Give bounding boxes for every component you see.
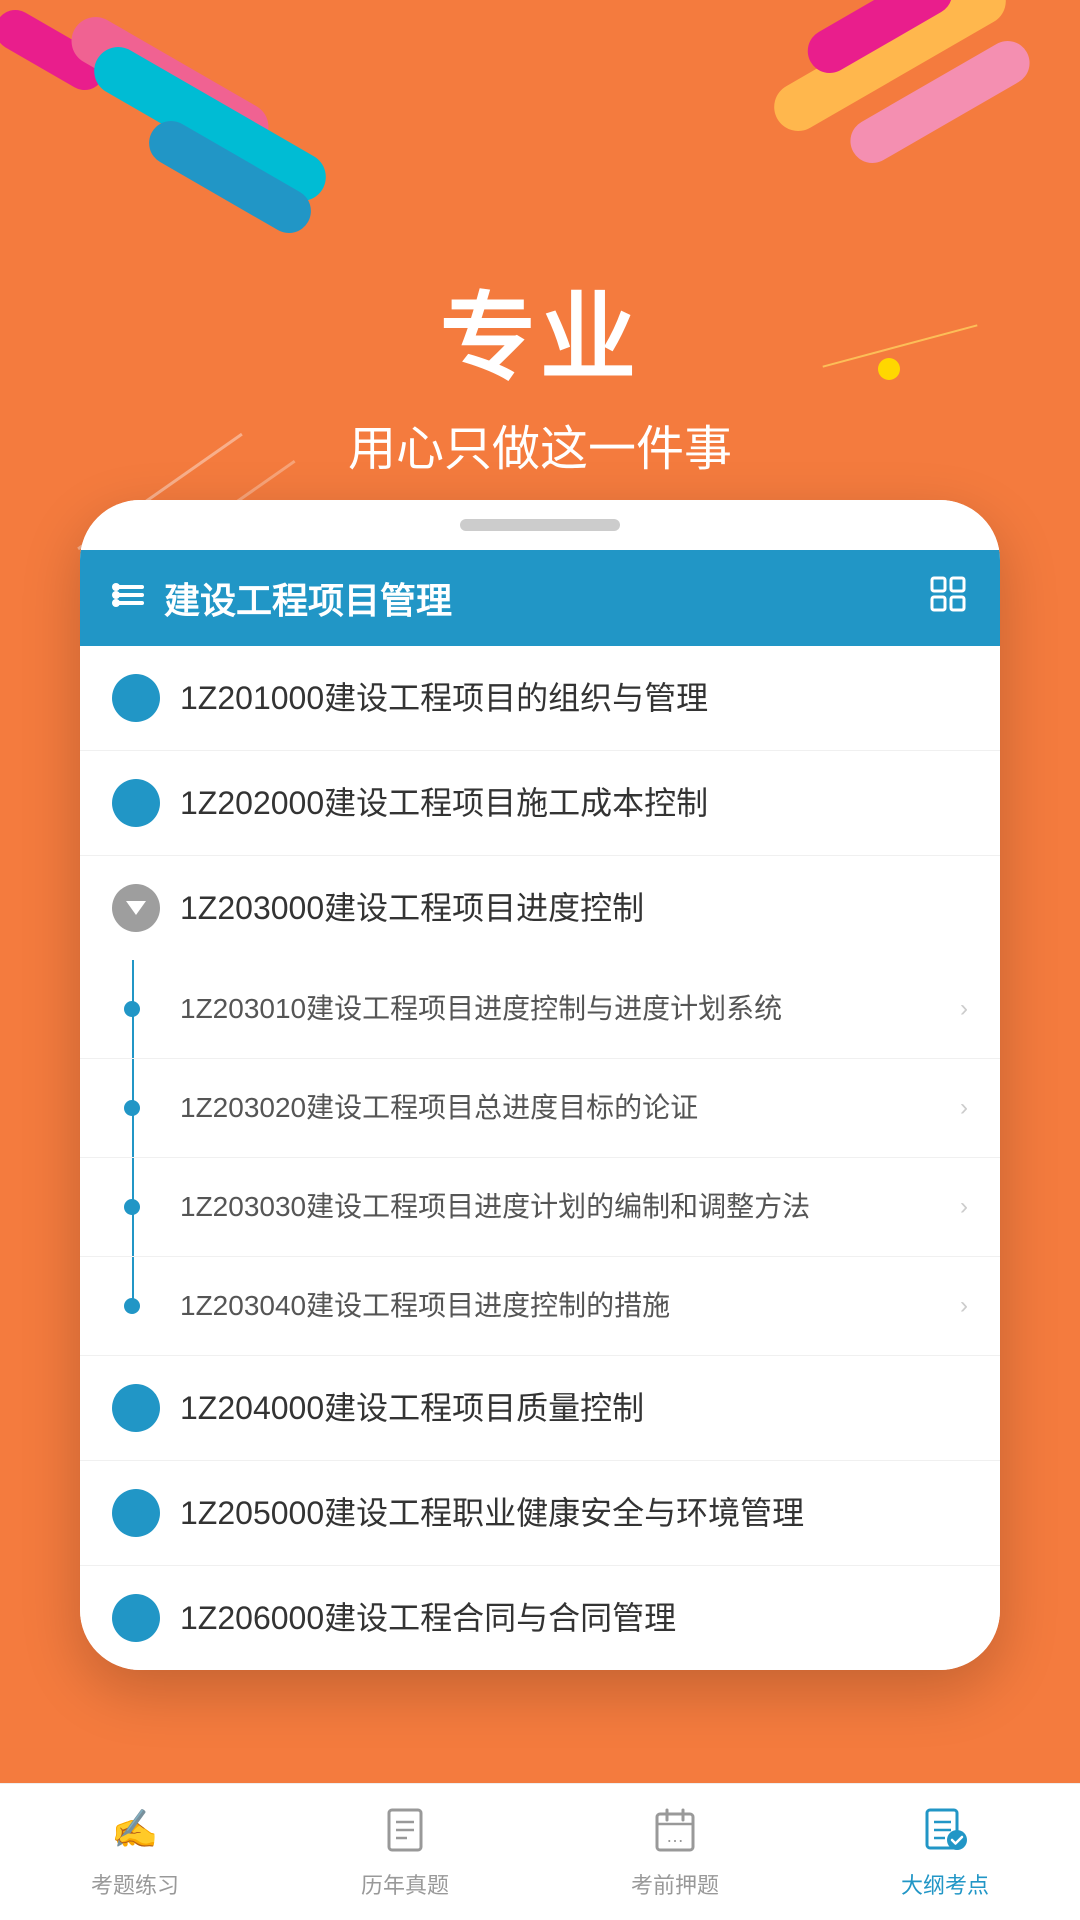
nav-item-history[interactable]: 历年真题: [270, 1800, 540, 1900]
item-text: 1Z203000建设工程项目进度控制: [180, 886, 968, 931]
nav-label-prediction: 考前押题: [631, 1868, 719, 1900]
svg-text:…: …: [666, 1826, 684, 1846]
sub-list-item[interactable]: 1Z203040建设工程项目进度控制的措施 ›: [80, 1257, 1000, 1356]
chevron-right-icon: ›: [960, 1193, 968, 1221]
sub-item-text: 1Z203030建设工程项目进度计划的编制和调整方法: [160, 1186, 960, 1228]
item-expand-icon: [112, 674, 160, 722]
sub-item-text: 1Z203040建设工程项目进度控制的措施: [160, 1285, 960, 1327]
item-expand-icon: [112, 1384, 160, 1432]
hero-section: 专业 用心只做这一件事: [0, 0, 1080, 560]
sub-dot: [124, 1298, 140, 1314]
phone-mockup: 建设工程项目管理 1Z201000建设工程项目的组织与管理 1Z202000建设: [80, 500, 1000, 1670]
item-text: 1Z201000建设工程项目的组织与管理: [180, 676, 968, 721]
nav-icon-prediction: …: [645, 1800, 705, 1860]
list-header: 建设工程项目管理: [80, 550, 1000, 646]
nav-label-history: 历年真题: [361, 1868, 449, 1900]
nav-item-syllabus[interactable]: 大纲考点: [810, 1800, 1080, 1900]
sub-dot: [124, 1199, 140, 1215]
list-item[interactable]: 1Z206000建设工程合同与合同管理: [80, 1566, 1000, 1670]
hero-subtitle: 用心只做这一件事: [0, 409, 1080, 479]
nav-label-syllabus: 大纲考点: [901, 1868, 989, 1900]
item-text: 1Z206000建设工程合同与合同管理: [180, 1596, 968, 1641]
nav-label-practice: 考题练习: [91, 1868, 179, 1900]
chevron-right-icon: ›: [960, 995, 968, 1023]
list-item[interactable]: 1Z203000建设工程项目进度控制: [80, 856, 1000, 960]
list-content: 1Z201000建设工程项目的组织与管理 1Z202000建设工程项目施工成本控…: [80, 646, 1000, 1670]
item-expand-icon: [112, 779, 160, 827]
phone-notch: [80, 500, 1000, 550]
nav-icon-history: [375, 1800, 435, 1860]
list-header-title: 建设工程项目管理: [164, 572, 452, 624]
item-expand-icon: [112, 1594, 160, 1642]
item-collapse-icon: [112, 884, 160, 932]
sub-items-container: 1Z203010建设工程项目进度控制与进度计划系统 › 1Z203020建设工程…: [80, 960, 1000, 1356]
item-text: 1Z205000建设工程职业健康安全与环境管理: [180, 1491, 968, 1536]
chevron-right-icon: ›: [960, 1094, 968, 1122]
sub-list-item[interactable]: 1Z203020建设工程项目总进度目标的论证 ›: [80, 1059, 1000, 1158]
item-text: 1Z204000建设工程项目质量控制: [180, 1386, 968, 1431]
hero-text-area: 专业 用心只做这一件事: [0, 260, 1080, 479]
list-header-left: 建设工程项目管理: [112, 572, 452, 624]
phone-notch-bar: [460, 519, 620, 531]
sub-item-text: 1Z203010建设工程项目进度控制与进度计划系统: [160, 988, 960, 1030]
sub-dot: [124, 1001, 140, 1017]
item-expand-icon: [112, 1489, 160, 1537]
item-text: 1Z202000建设工程项目施工成本控制: [180, 781, 968, 826]
list-menu-icon: [112, 577, 148, 619]
list-item[interactable]: 1Z204000建设工程项目质量控制: [80, 1356, 1000, 1461]
sub-item-text: 1Z203020建设工程项目总进度目标的论证: [160, 1087, 960, 1129]
list-item[interactable]: 1Z205000建设工程职业健康安全与环境管理: [80, 1461, 1000, 1566]
chevron-right-icon: ›: [960, 1292, 968, 1320]
nav-item-practice[interactable]: ✍ 考题练习: [0, 1800, 270, 1900]
sub-dot: [124, 1100, 140, 1116]
sub-list-item[interactable]: 1Z203030建设工程项目进度计划的编制和调整方法 ›: [80, 1158, 1000, 1257]
svg-text:✍: ✍: [111, 1808, 158, 1851]
nav-icon-syllabus: [915, 1800, 975, 1860]
grid-view-icon[interactable]: [928, 574, 968, 622]
nav-item-prediction[interactable]: … 考前押题: [540, 1800, 810, 1900]
list-item[interactable]: 1Z202000建设工程项目施工成本控制: [80, 751, 1000, 856]
bottom-nav: ✍ 考题练习 历年真题 … 考前押题: [0, 1783, 1080, 1920]
list-item[interactable]: 1Z201000建设工程项目的组织与管理: [80, 646, 1000, 751]
sub-list-item[interactable]: 1Z203010建设工程项目进度控制与进度计划系统 ›: [80, 960, 1000, 1059]
nav-icon-practice: ✍: [105, 1800, 165, 1860]
hero-title: 专业: [0, 260, 1080, 399]
